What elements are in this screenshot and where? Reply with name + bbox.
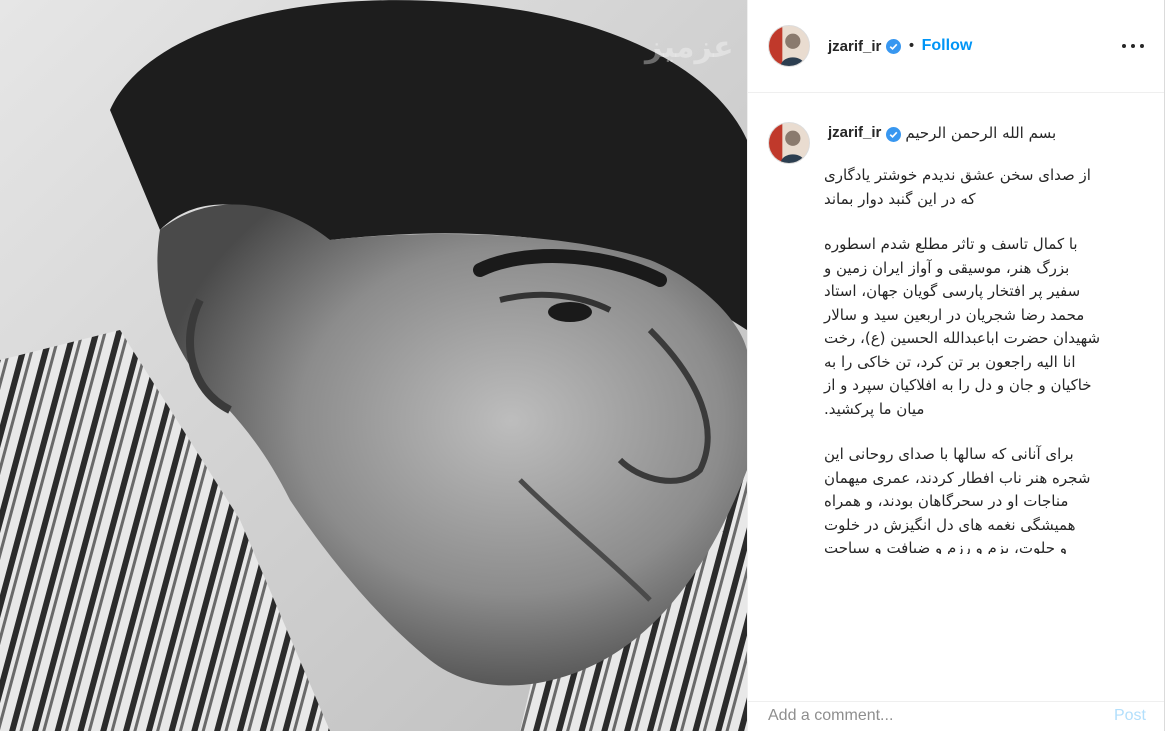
- post-image[interactable]: عزمیز: [0, 0, 747, 731]
- more-options-icon[interactable]: [1122, 36, 1144, 56]
- comment-bar: Post: [748, 701, 1164, 731]
- caption-bismillah: بسم الله الرحمن الرحیم: [905, 124, 1057, 142]
- post-comment-button[interactable]: Post: [1114, 707, 1146, 725]
- image-watermark: عزمیز: [645, 30, 734, 65]
- post-side-panel: jzarif_ir • Follow jzarif_ir بسم الله ال…: [747, 0, 1165, 731]
- caption-paragraph-3: برای آنانی که سالها با صدای روحانی این ش…: [824, 445, 1091, 554]
- caption-first-line: jzarif_ir بسم الله الرحمن الرحیم: [828, 122, 1148, 144]
- caption-area: jzarif_ir بسم الله الرحمن الرحیم از صدای…: [748, 94, 1164, 554]
- comment-input[interactable]: [768, 707, 1114, 725]
- header-username[interactable]: jzarif_ir: [828, 38, 881, 55]
- avatar-image: [769, 26, 809, 66]
- avatar-image: [769, 123, 809, 163]
- follow-button[interactable]: Follow: [922, 37, 973, 55]
- header-separator: •: [907, 38, 916, 54]
- author-avatar[interactable]: [768, 25, 810, 67]
- caption-paragraph-2: با کمال تاسف و تاثر مطلع شدم اسطوره بزرگ…: [824, 235, 1101, 418]
- caption-avatar[interactable]: [768, 122, 810, 164]
- caption-paragraph-1: از صدای سخن عشق ندیدم خوشتر یادگاری که د…: [824, 166, 1091, 208]
- portrait-photo: [0, 0, 747, 731]
- verified-badge-icon: [886, 38, 902, 54]
- post-header: jzarif_ir • Follow: [748, 0, 1164, 93]
- caption-body: jzarif_ir بسم الله الرحمن الرحیم از صدای…: [824, 122, 1148, 554]
- caption: jzarif_ir بسم الله الرحمن الرحیم از صدای…: [768, 122, 1148, 554]
- verified-badge-icon: [886, 126, 902, 142]
- caption-username[interactable]: jzarif_ir: [828, 122, 881, 144]
